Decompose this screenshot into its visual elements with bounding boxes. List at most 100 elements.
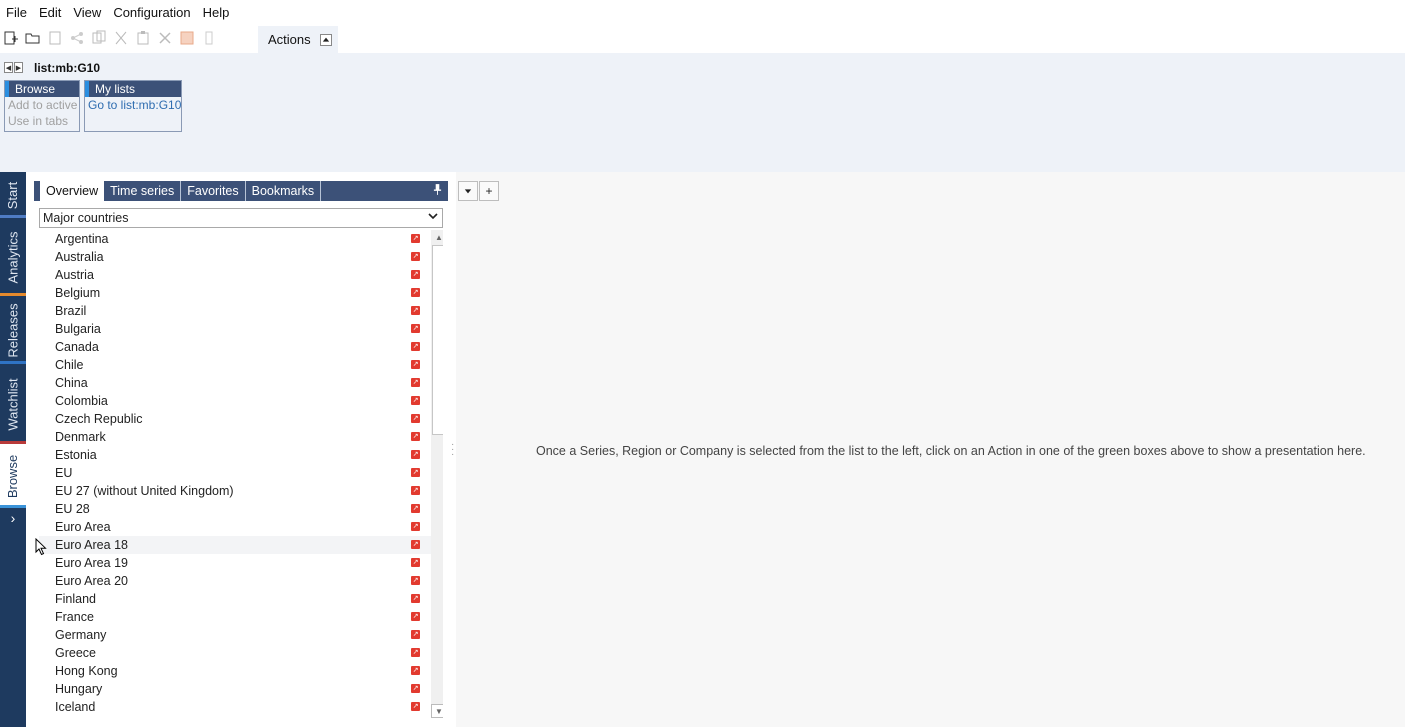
list-item[interactable]: Euro Area 20 ↗ <box>39 572 443 590</box>
cut-icon <box>112 29 130 47</box>
list-item[interactable]: Finland ↗ <box>39 590 443 608</box>
list-item[interactable]: Euro Area ↗ <box>39 518 443 536</box>
external-link-icon[interactable]: ↗ <box>411 234 420 243</box>
list-item[interactable]: Estonia ↗ <box>39 446 443 464</box>
list-item[interactable]: Czech Republic ↗ <box>39 410 443 428</box>
add-tab-button[interactable]: + <box>479 181 499 201</box>
external-link-icon[interactable]: ↗ <box>411 306 420 315</box>
pin-icon[interactable] <box>433 184 442 198</box>
list-item-label: EU 27 (without United Kingdom) <box>55 484 234 498</box>
list-item[interactable]: Euro Area 19 ↗ <box>39 554 443 572</box>
list-item[interactable]: Brazil ↗ <box>39 302 443 320</box>
list-item[interactable]: Colombia ↗ <box>39 392 443 410</box>
list-item[interactable]: EU 28 ↗ <box>39 500 443 518</box>
external-link-icon[interactable]: ↗ <box>411 468 420 477</box>
vtab-start-label: Start <box>5 181 21 209</box>
external-link-icon[interactable]: ↗ <box>411 540 420 549</box>
vtab-analytics-label: Analytics <box>5 230 21 284</box>
list-item[interactable]: Euro Area 18 ↗ <box>39 536 443 554</box>
country-list: Argentina ↗ Australia ↗ Austria ↗ Belgium ↗ Braz… <box>39 230 443 718</box>
mylists-group-header: My lists <box>85 81 181 97</box>
external-link-icon[interactable]: ↗ <box>411 612 420 621</box>
forward-arrow-icon[interactable]: ▶ <box>14 62 23 73</box>
list-item[interactable]: EU ↗ <box>39 464 443 482</box>
list-item-label: Euro Area 20 <box>55 574 128 588</box>
external-link-icon[interactable]: ↗ <box>411 432 420 441</box>
actions-tab[interactable]: Actions <box>258 26 338 53</box>
collapse-up-icon[interactable] <box>319 33 332 46</box>
external-link-icon[interactable]: ↗ <box>411 288 420 297</box>
open-icon[interactable] <box>24 29 42 47</box>
external-link-icon[interactable]: ↗ <box>411 342 420 351</box>
tab-favorites[interactable]: Favorites <box>181 181 246 201</box>
toolbar: Actions <box>0 25 1405 53</box>
menu-file[interactable]: File <box>0 0 33 25</box>
external-link-icon[interactable]: ↗ <box>411 684 420 693</box>
tab-overview[interactable]: Overview <box>40 181 105 201</box>
menu-view[interactable]: View <box>67 0 107 25</box>
scroll-down-icon[interactable]: ▼ <box>431 704 443 718</box>
list-selector[interactable]: Major countries <box>39 208 443 228</box>
vtab-start[interactable]: Start <box>0 172 26 218</box>
list-item-label: Greece <box>55 646 96 660</box>
list-item[interactable]: EU 27 (without United Kingdom) ↗ <box>39 482 443 500</box>
external-link-icon[interactable]: ↗ <box>411 522 420 531</box>
external-link-icon[interactable]: ↗ <box>411 324 420 333</box>
list-item[interactable]: Bulgaria ↗ <box>39 320 443 338</box>
list-item[interactable]: Greece ↗ <box>39 644 443 662</box>
vtab-releases-label: Releases <box>5 302 21 358</box>
list-item-label: Iceland <box>55 700 96 714</box>
external-link-icon[interactable]: ↗ <box>411 666 420 675</box>
external-link-icon[interactable]: ↗ <box>411 486 420 495</box>
vtab-analytics[interactable]: Analytics <box>0 218 26 296</box>
menu-edit[interactable]: Edit <box>33 0 67 25</box>
panel-splitter[interactable]: · · · <box>451 440 455 460</box>
external-link-icon[interactable]: ↗ <box>411 360 420 369</box>
list-item[interactable]: China ↗ <box>39 374 443 392</box>
list-item[interactable]: Hong Kong ↗ <box>39 662 443 680</box>
vtab-watchlist[interactable]: Watchlist <box>0 364 26 444</box>
list-item-label: Brazil <box>55 304 87 318</box>
menu-configuration[interactable]: Configuration <box>107 0 196 25</box>
list-item[interactable]: Argentina ↗ <box>39 230 443 248</box>
list-item[interactable]: Chile ↗ <box>39 356 443 374</box>
external-link-icon[interactable]: ↗ <box>411 558 420 567</box>
vtab-releases[interactable]: Releases <box>0 296 26 364</box>
external-link-icon[interactable]: ↗ <box>411 414 420 423</box>
list-item[interactable]: Denmark ↗ <box>39 428 443 446</box>
external-link-icon[interactable]: ↗ <box>411 252 420 261</box>
list-item[interactable]: Canada ↗ <box>39 338 443 356</box>
list-item[interactable]: Iceland ↗ <box>39 698 443 716</box>
list-item[interactable]: Germany ↗ <box>39 626 443 644</box>
chevron-down-icon[interactable] <box>427 209 439 227</box>
list-item[interactable]: Hungary ↗ <box>39 680 443 698</box>
back-arrow-icon[interactable]: ◀ <box>4 62 13 73</box>
vtab-browse-indicator <box>0 505 26 508</box>
external-link-icon[interactable]: ↗ <box>411 378 420 387</box>
external-link-icon[interactable]: ↗ <box>411 630 420 639</box>
tab-time-series[interactable]: Time series <box>104 181 182 201</box>
external-link-icon[interactable]: ↗ <box>411 576 420 585</box>
go-to-list-action[interactable]: Go to list:mb:G10 <box>85 97 181 113</box>
list-item[interactable]: Austria ↗ <box>39 266 443 284</box>
external-link-icon[interactable]: ↗ <box>411 450 420 459</box>
external-link-icon[interactable]: ↗ <box>411 648 420 657</box>
dropdown-button[interactable] <box>458 181 478 201</box>
list-item[interactable]: Australia ↗ <box>39 248 443 266</box>
tab-bookmarks[interactable]: Bookmarks <box>246 181 322 201</box>
new-icon[interactable] <box>2 29 20 47</box>
external-link-icon[interactable]: ↗ <box>411 594 420 603</box>
scroll-up-icon[interactable]: ▲ <box>431 230 443 244</box>
external-link-icon[interactable]: ↗ <box>411 504 420 513</box>
list-item-label: Hong Kong <box>55 664 118 678</box>
vertical-scrollbar[interactable]: ▲ ▼ <box>431 230 443 718</box>
external-link-icon[interactable]: ↗ <box>411 270 420 279</box>
external-link-icon[interactable]: ↗ <box>411 396 420 405</box>
list-item[interactable]: Belgium ↗ <box>39 284 443 302</box>
menu-help[interactable]: Help <box>197 0 236 25</box>
list-item[interactable]: France ↗ <box>39 608 443 626</box>
vtab-browse[interactable]: Browse <box>0 444 26 508</box>
expand-chevron-icon[interactable]: › <box>0 510 26 526</box>
external-link-icon[interactable]: ↗ <box>411 702 420 711</box>
scroll-thumb[interactable] <box>432 245 443 435</box>
